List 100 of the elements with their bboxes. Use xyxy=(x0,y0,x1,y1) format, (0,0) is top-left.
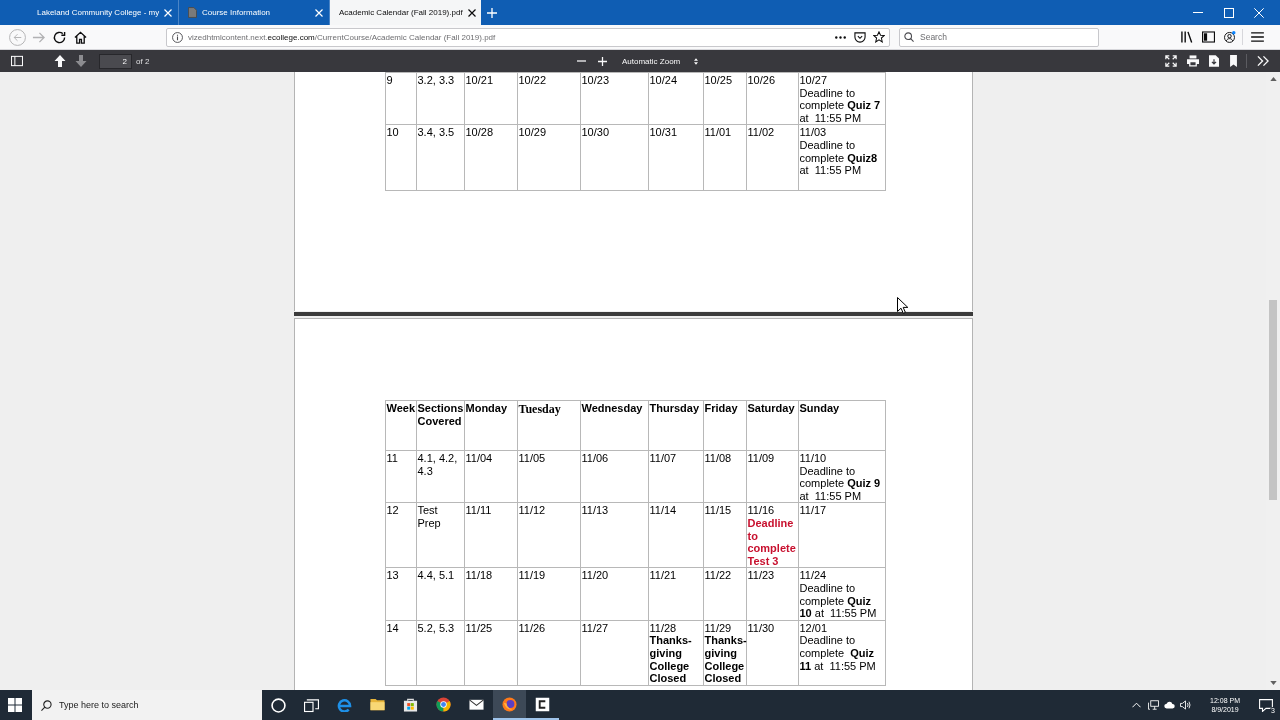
date-text: 11/07 xyxy=(649,452,677,465)
date-text: 11/14 xyxy=(649,504,677,517)
page-number-field[interactable]: 2 xyxy=(99,53,132,69)
deadline-note: Deadline to complete Quiz8 at 11:55 PM xyxy=(799,138,879,177)
sections-text: 5.2, 5.3 xyxy=(417,621,456,635)
date-text: 11/16 xyxy=(747,504,775,517)
search-field[interactable]: Search xyxy=(899,27,1099,47)
week-number: 11 xyxy=(386,452,398,465)
scrollbar-thumb[interactable] xyxy=(1269,300,1277,500)
print-icon[interactable] xyxy=(1187,55,1199,67)
date-text: 11/27 xyxy=(581,621,609,635)
browser-tab[interactable]: Academic Calendar (Fall 2019).pdf xyxy=(330,0,481,25)
date-text: 11/12 xyxy=(518,504,546,517)
column-header: Sunday xyxy=(799,402,841,415)
week-number: 10 xyxy=(386,126,399,139)
maximize-icon[interactable] xyxy=(1224,7,1234,18)
sections-text: Test Prep xyxy=(417,504,442,530)
date-text: 10/30 xyxy=(581,126,610,139)
sidebar-icon[interactable] xyxy=(1202,31,1215,43)
date-text: 11/23 xyxy=(747,569,775,582)
week-number: 9 xyxy=(386,74,393,87)
books-icon[interactable] xyxy=(1181,31,1194,43)
deadline-note: Deadline to complete Quiz 11 at 11:55 PM xyxy=(799,634,877,673)
date-text: 11/03 xyxy=(799,126,827,139)
holiday-note: Thanks-giving College Closed xyxy=(704,634,746,685)
date-text: 11/29 xyxy=(704,621,732,635)
date-text: 10/27 xyxy=(799,74,828,87)
reload-icon[interactable] xyxy=(53,30,66,44)
url-text: vizedhtmlcontent.next.ecollege.com/CurrentCourse/Academic Calendar (Fall 2019).pdf xyxy=(188,32,496,42)
date-text: 11/09 xyxy=(747,452,775,465)
account-icon[interactable] xyxy=(1223,31,1236,43)
column-header: Saturday xyxy=(747,402,796,415)
e-logo-icon xyxy=(337,696,352,712)
taskbar-search-field[interactable]: Type here to search xyxy=(32,690,262,720)
page-count-label: of 2 xyxy=(136,56,150,66)
column-header: Monday xyxy=(465,402,509,415)
download-icon[interactable] xyxy=(1209,55,1219,67)
deadline-note: Deadline to complete Quiz 7 at 11:55 PM xyxy=(799,86,882,125)
date-text: 10/25 xyxy=(704,74,733,87)
close-icon[interactable] xyxy=(467,8,476,17)
windows-logo-icon[interactable] xyxy=(8,698,22,712)
column-header: Friday xyxy=(704,402,739,415)
arrow-up-icon[interactable] xyxy=(54,55,66,67)
date-text: 11/15 xyxy=(704,504,732,517)
date-text: 10/21 xyxy=(465,74,494,87)
date-text: 11/10 xyxy=(799,452,827,465)
address-bar[interactable]: vizedhtmlcontent.next.ecollege.com/CurrentCourse/Academic Calendar (Fall 2019).pdf xyxy=(166,27,890,47)
document-icon xyxy=(188,7,197,18)
bookmark-icon[interactable] xyxy=(1229,55,1238,67)
date-text: 11/02 xyxy=(747,126,775,139)
orb-logo-icon xyxy=(502,696,517,712)
zoom-select[interactable]: Automatic Zoom xyxy=(615,53,703,69)
date-text: 11/04 xyxy=(465,452,493,465)
cloud-icon[interactable] xyxy=(1164,700,1175,710)
scroll-down-icon[interactable] xyxy=(1269,681,1277,685)
date-text: 10/28 xyxy=(465,126,494,139)
menu-icon[interactable] xyxy=(1251,32,1264,42)
home-icon[interactable] xyxy=(74,30,87,44)
column-header: Wednesday xyxy=(581,402,644,415)
info-icon[interactable] xyxy=(172,31,183,43)
date-text: 11/17 xyxy=(799,504,827,517)
date-text: 11/30 xyxy=(747,621,775,635)
fullscreen-icon[interactable] xyxy=(1165,55,1177,67)
shopping-bag-icon xyxy=(403,696,418,712)
double-chevron-icon[interactable] xyxy=(1257,55,1269,67)
chevron-up-icon[interactable] xyxy=(1132,702,1141,708)
date-text: 10/24 xyxy=(649,74,678,87)
date-text: 11/19 xyxy=(518,569,546,582)
circle-icon[interactable] xyxy=(271,697,286,713)
date-text: 11/28 xyxy=(649,621,677,635)
sections-text: 4.1, 4.2, 4.3 xyxy=(417,452,459,478)
date-text: 11/13 xyxy=(581,504,609,517)
search-icon xyxy=(904,32,914,42)
zoom-in-icon[interactable] xyxy=(598,56,607,66)
sections-text: 3.4, 3.5 xyxy=(417,126,456,139)
shield-chevron-icon[interactable] xyxy=(854,31,866,43)
date-text: 10/31 xyxy=(649,126,678,139)
bracket-logo-icon xyxy=(535,696,550,712)
round-logo-icon xyxy=(436,696,451,712)
week-number: 12 xyxy=(386,504,399,517)
date-text: 10/23 xyxy=(581,74,610,87)
more-dots-icon[interactable] xyxy=(835,35,846,39)
date-text: 11/01 xyxy=(704,126,732,139)
date-text: 11/26 xyxy=(518,621,546,635)
week-number: 14 xyxy=(386,621,399,635)
date-text: 12/01 xyxy=(799,621,828,635)
plus-icon[interactable] xyxy=(487,7,497,18)
up-down-caret-icon xyxy=(694,57,698,65)
notification-icon[interactable] xyxy=(1259,698,1273,712)
date-text: 11/08 xyxy=(704,452,732,465)
sections-text: 4.4, 5.1 xyxy=(417,569,456,582)
scroll-up-icon[interactable] xyxy=(1269,77,1277,81)
date-text: 11/06 xyxy=(581,452,609,465)
folder-icon xyxy=(370,696,385,712)
network-icon[interactable] xyxy=(1148,700,1159,710)
sidebar-toggle-icon[interactable] xyxy=(11,55,23,67)
date-text: 10/29 xyxy=(518,126,547,139)
speaker-icon[interactable] xyxy=(1180,700,1191,710)
star-icon[interactable] xyxy=(873,31,885,43)
task-view-icon[interactable] xyxy=(304,697,319,713)
